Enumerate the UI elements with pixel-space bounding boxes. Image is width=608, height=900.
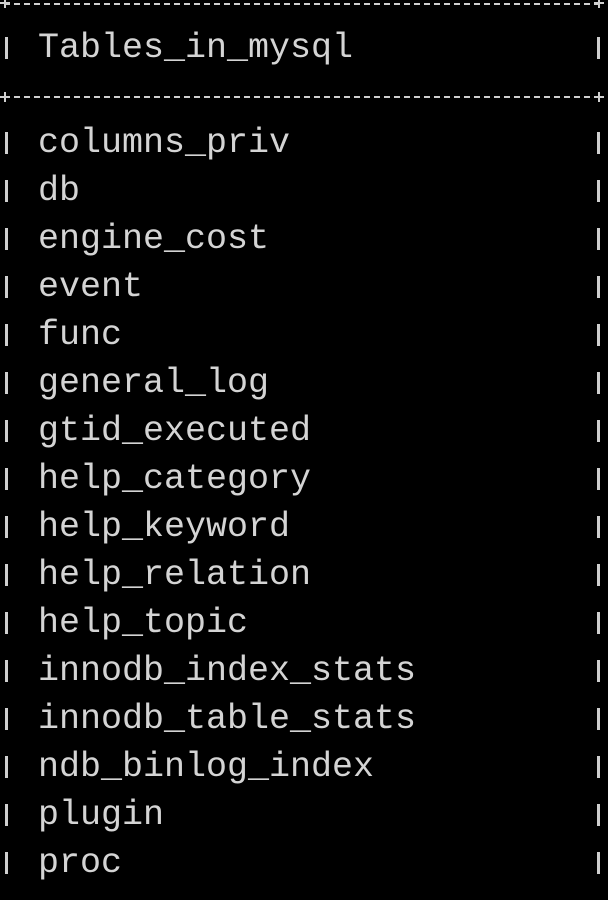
table-row: proc [0,839,608,887]
table-row: help_topic [0,599,608,647]
table-cell: help_topic [38,603,249,643]
table-row: engine_cost [0,215,608,263]
terminal-output: Tables_in_mysql columns_privdb engine_cos… [0,0,608,900]
column-separator [5,276,8,298]
table-cell: innodb_table_stats [38,699,417,739]
table-corner [0,0,10,8]
table-cell: engine_cost [38,219,270,259]
table-row: innodb_index_stats [0,647,608,695]
column-separator [5,804,8,826]
table-row: help_relation [0,551,608,599]
column-separator [597,228,600,250]
column-header: Tables_in_mysql [38,28,354,68]
table-header-separator [4,96,600,100]
column-separator [597,612,600,634]
column-separator [5,132,8,154]
table-cell: proc [38,843,123,883]
table-cell: gtid_executed [38,411,312,451]
column-separator [5,37,8,59]
table-cell: plugin [38,795,165,835]
table-row: db [0,167,608,215]
table-row: plugin [0,791,608,839]
column-separator [5,180,8,202]
table-cell: columns_priv [38,123,291,163]
table-cell: help_keyword [38,507,291,547]
column-separator [597,804,600,826]
column-separator [5,324,8,346]
column-separator [5,468,8,490]
table-cell: event [38,267,144,307]
column-separator [5,420,8,442]
column-separator [597,276,600,298]
table-row: ndb_binlog_index [0,743,608,791]
column-separator [5,852,8,874]
table-row: gtid_executed [0,407,608,455]
column-separator [5,564,8,586]
column-separator [597,468,600,490]
column-separator [597,564,600,586]
column-separator [5,228,8,250]
column-separator [597,37,600,59]
table-header-row: Tables_in_mysql [0,24,608,72]
column-separator [597,324,600,346]
column-separator [597,756,600,778]
column-separator [597,132,600,154]
table-cell: help_category [38,459,312,499]
table-row: event [0,263,608,311]
table-cell: ndb_binlog_index [38,747,375,787]
table-corner [0,92,10,102]
table-cell: innodb_index_stats [38,651,417,691]
column-separator [597,708,600,730]
column-separator [5,516,8,538]
column-separator [597,516,600,538]
table-cell: help_relation [38,555,312,595]
table-row: func [0,311,608,359]
table-cell: db [38,171,81,211]
column-separator [5,612,8,634]
column-separator [597,660,600,682]
table-corner [594,92,604,102]
table-row: help_category [0,455,608,503]
column-separator [5,708,8,730]
column-separator [5,660,8,682]
column-separator [597,420,600,442]
table-cell: func [38,315,123,355]
column-separator [5,756,8,778]
table-row: help_keyword [0,503,608,551]
table-row: columns_priv [0,119,608,167]
table-row: general_log [0,359,608,407]
table-row: innodb_table_stats [0,695,608,743]
column-separator [597,372,600,394]
column-separator [597,180,600,202]
column-separator [5,372,8,394]
table-cell: general_log [38,363,270,403]
table-top-border [4,3,600,7]
table-corner [594,0,604,8]
column-separator [597,852,600,874]
